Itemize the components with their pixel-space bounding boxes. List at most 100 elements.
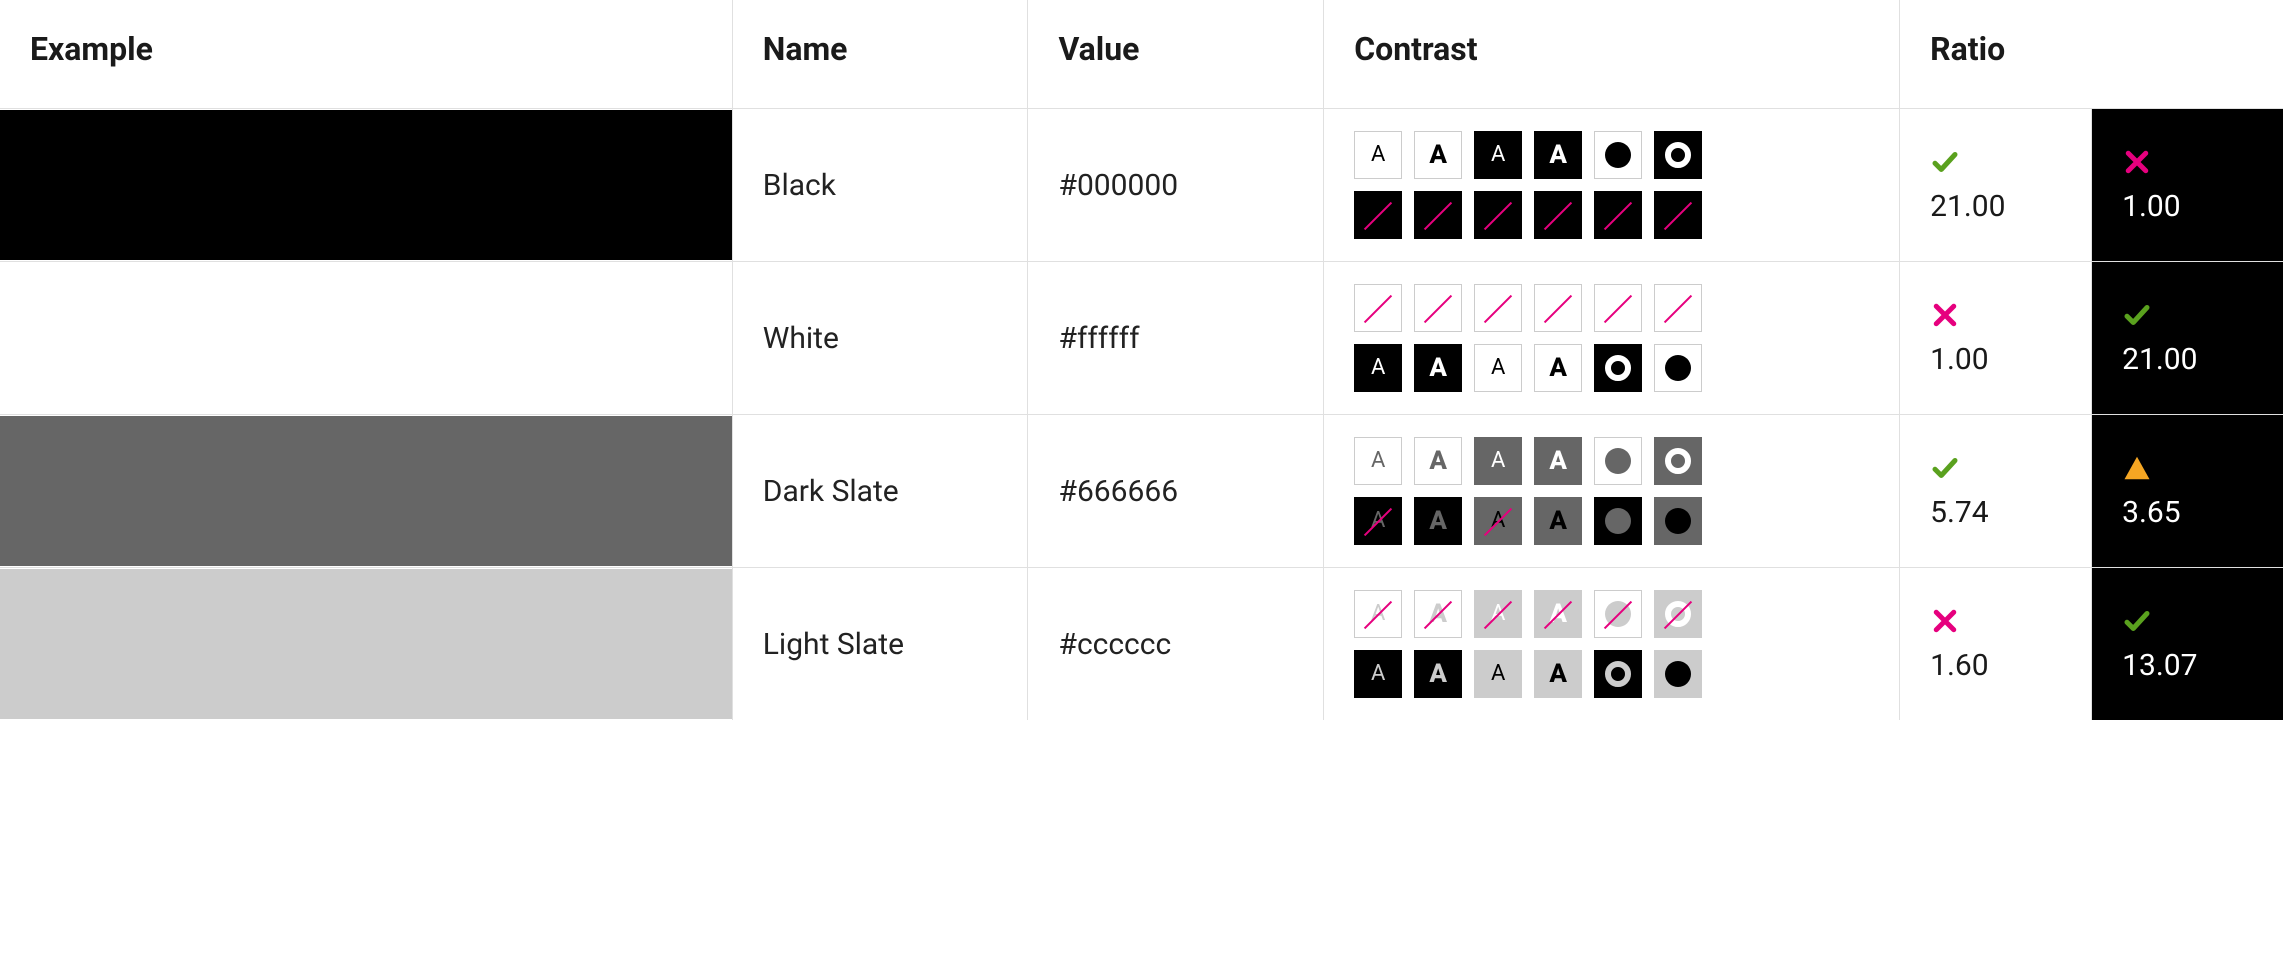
contrast-swatch [1414,191,1462,239]
contrast-swatch: A [1414,437,1462,485]
contrast-swatch: A [1534,131,1582,179]
contrast-swatch: A [1414,131,1462,179]
contrast-swatch [1594,650,1642,698]
contrast-swatch: A [1474,131,1522,179]
contrast-swatch [1474,191,1522,239]
contrast-swatch [1354,284,1402,332]
contrast-swatch [1654,590,1702,638]
ratio-light-value: 1.00 [1930,342,1989,377]
fail-slash-icon [1664,202,1692,230]
cross-icon [1930,300,1960,330]
fail-slash-icon [1424,202,1452,230]
ratio-light: 21.00 [1900,125,2091,246]
contrast-swatch: A [1414,590,1462,638]
fail-slash-icon [1364,295,1392,323]
color-name: Black [733,140,1028,231]
fail-slash-icon [1544,202,1572,230]
fail-slash-icon [1604,202,1632,230]
color-value: #666666 [1028,446,1323,537]
contrast-swatch [1594,284,1642,332]
contrast-swatch [1654,191,1702,239]
contrast-swatch [1654,131,1702,179]
contrast-swatch [1534,191,1582,239]
contrast-swatch: A [1534,497,1582,545]
ratio-dark: 3.65 [2092,431,2283,552]
ratio-dark: 13.07 [2092,584,2283,705]
ratio-dark: 21.00 [2092,278,2283,399]
check-icon [2122,606,2152,636]
contrast-swatch [1594,590,1642,638]
check-icon [1930,453,1960,483]
ratio-light-value: 1.60 [1930,648,1989,683]
contrast-swatch [1654,497,1702,545]
color-swatch [0,569,732,719]
header-name: Name [732,0,1028,109]
contrast-swatch: A [1414,497,1462,545]
ratio-light-value: 5.74 [1930,495,1989,530]
ratio-dark-value: 3.65 [2122,495,2181,530]
contrast-swatch: A [1534,344,1582,392]
contrast-swatch: A [1354,437,1402,485]
contrast-swatch [1654,344,1702,392]
fail-slash-icon [1424,295,1452,323]
contrast-swatch [1654,284,1702,332]
cross-icon [2122,147,2152,177]
contrast-swatch: A [1414,650,1462,698]
warning-icon [2122,453,2152,483]
color-name: Light Slate [733,599,1028,690]
contrast-swatch: A [1354,590,1402,638]
color-value: #ffffff [1028,293,1323,384]
contrast-swatch [1594,344,1642,392]
table-row: Dark Slate#666666AAAAAAAA5.743.65 [0,415,2283,568]
contrast-grid: AAAA [1324,109,1899,261]
table-row: Black#000000AAAA21.001.00 [0,109,2283,262]
ratio-dark-value: 13.07 [2122,648,2197,683]
contrast-swatch: A [1534,590,1582,638]
color-swatch [0,263,732,413]
contrast-swatch: A [1354,650,1402,698]
ratio-light: 1.60 [1900,584,2091,705]
color-name: Dark Slate [733,446,1028,537]
contrast-grid: AAAA [1324,262,1899,414]
fail-slash-icon [1604,295,1632,323]
contrast-swatch [1594,131,1642,179]
contrast-swatch: A [1414,344,1462,392]
header-ratio: Ratio [1900,0,2283,109]
color-name: White [733,293,1028,384]
contrast-swatch: A [1534,437,1582,485]
contrast-swatch: A [1474,497,1522,545]
contrast-swatch [1594,437,1642,485]
fail-slash-icon [1364,202,1392,230]
contrast-swatch: A [1474,437,1522,485]
fail-slash-icon [1664,295,1692,323]
contrast-swatch: A [1474,650,1522,698]
ratio-dark: 1.00 [2092,125,2283,246]
ratio-dark-value: 21.00 [2122,342,2197,377]
contrast-grid: AAAAAAAA [1324,415,1899,567]
fail-slash-icon [1544,295,1572,323]
contrast-swatch: A [1354,344,1402,392]
contrast-grid: AAAAAAAA [1324,568,1899,720]
contrast-swatch [1474,284,1522,332]
contrast-swatch [1654,650,1702,698]
contrast-swatch [1654,437,1702,485]
cross-icon [1930,606,1960,636]
ratio-light: 5.74 [1900,431,2091,552]
check-icon [2122,300,2152,330]
check-icon [1930,147,1960,177]
color-contrast-table: Example Name Value Contrast Ratio Black#… [0,0,2283,720]
contrast-swatch: A [1474,590,1522,638]
color-value: #000000 [1028,140,1323,231]
contrast-swatch: A [1354,497,1402,545]
contrast-swatch: A [1534,650,1582,698]
color-swatch [0,416,732,566]
ratio-dark-value: 1.00 [2122,189,2181,224]
contrast-swatch: A [1354,131,1402,179]
header-value: Value [1028,0,1324,109]
contrast-swatch [1594,191,1642,239]
contrast-swatch [1354,191,1402,239]
ratio-light: 1.00 [1900,278,2091,399]
contrast-swatch: A [1474,344,1522,392]
contrast-swatch [1594,497,1642,545]
ratio-light-value: 21.00 [1930,189,2005,224]
